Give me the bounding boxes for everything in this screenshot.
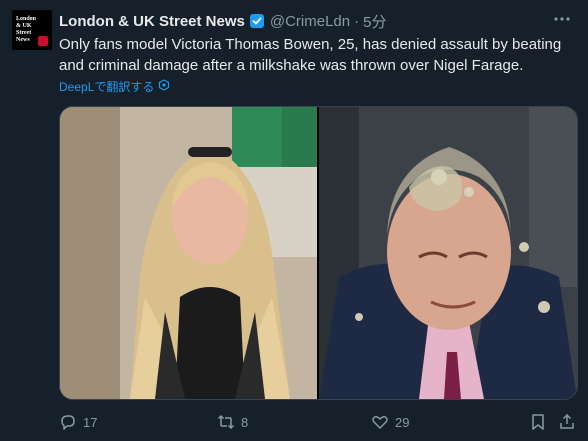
like-count: 29 — [395, 414, 410, 430]
media-photo-left[interactable] — [60, 107, 317, 399]
tweet-text: Only fans model Victoria Thomas Bowen, 2… — [59, 36, 562, 74]
reply-button[interactable]: 17 — [59, 413, 97, 431]
media-photo-right[interactable] — [319, 107, 577, 399]
media-grid — [59, 106, 578, 400]
more-options-icon[interactable] — [550, 9, 574, 29]
translate-link[interactable]: DeepLで翻訳する — [59, 78, 170, 94]
verified-badge-icon — [249, 13, 265, 29]
share-icon — [558, 413, 576, 431]
translate-label: DeepLで翻訳する — [59, 79, 155, 94]
share-button[interactable] — [558, 413, 576, 431]
retweet-count: 8 — [241, 414, 249, 430]
action-bar: 17 8 29 — [59, 408, 579, 436]
retweet-button[interactable]: 8 — [217, 413, 248, 431]
timestamp[interactable]: 5分 — [363, 11, 386, 32]
like-button[interactable]: 29 — [371, 413, 409, 431]
bookmark-button[interactable] — [529, 413, 547, 431]
retweet-icon — [217, 413, 235, 431]
deepl-icon — [158, 78, 170, 94]
heart-icon — [371, 413, 389, 431]
photo-woman-icon — [60, 107, 317, 399]
separator-dot: · — [354, 12, 360, 30]
handle[interactable]: @CrimeLdn — [270, 13, 350, 30]
tweet-header: London & UK Street News @CrimeLdn · 5分 — [59, 11, 386, 31]
photo-man-milkshake-icon — [319, 107, 577, 399]
display-name[interactable]: London & UK Street News — [59, 13, 245, 30]
bookmark-icon — [529, 413, 547, 431]
reply-count: 17 — [83, 414, 98, 430]
reply-icon — [59, 413, 77, 431]
bus-icon — [38, 36, 48, 46]
avatar[interactable]: London & UK Street News — [12, 10, 52, 50]
